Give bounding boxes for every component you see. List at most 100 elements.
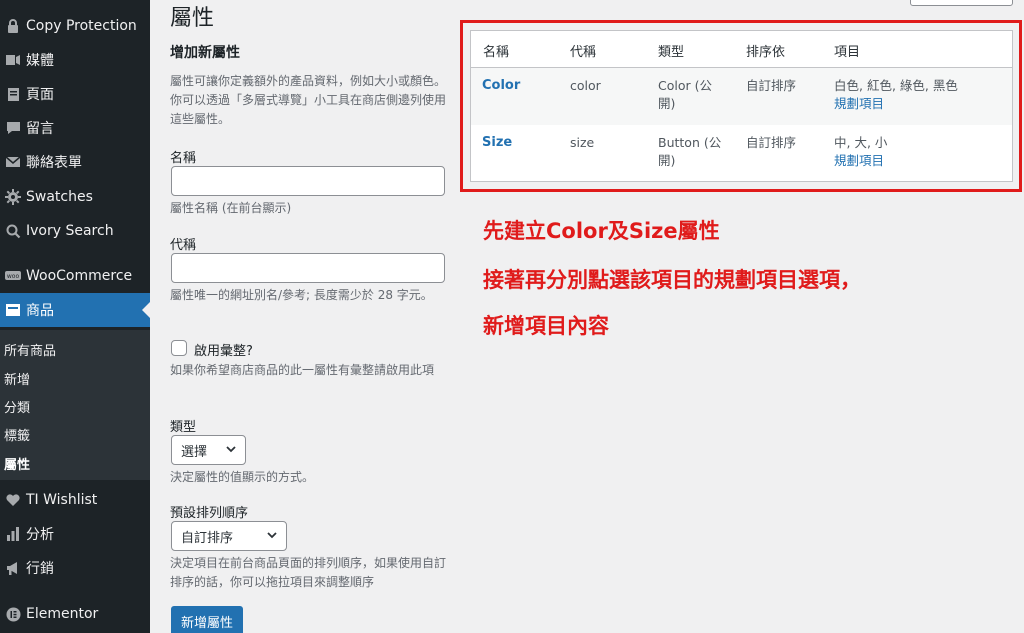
column-header-slug[interactable]: 代稱: [570, 41, 596, 60]
slug-desc: 屬性唯一的網址別名/參考; 長度需少於 28 字元。: [170, 288, 433, 302]
type-select-value: 選擇: [181, 444, 208, 460]
sidebar-item-label: 分析: [26, 527, 54, 543]
slug-input[interactable]: [171, 253, 445, 283]
archive-desc: 如果你希望商店商品的此一屬性有彙整請啟用此項: [170, 363, 435, 377]
attributes-table: 名稱 代稱 類型 排序依 項目 Color color Color (公 開) …: [470, 30, 1013, 182]
column-header-name[interactable]: 名稱: [483, 41, 509, 60]
attribute-name-link[interactable]: Size: [482, 134, 512, 152]
name-input[interactable]: [171, 166, 445, 196]
comment-icon: [0, 121, 26, 135]
attribute-slug: color: [570, 78, 601, 93]
archive-icon: [0, 303, 26, 317]
search-icon: [0, 224, 26, 239]
sidebar-item-marketing[interactable]: 行銷: [0, 551, 150, 585]
sidebar-item-products[interactable]: 商品: [0, 293, 150, 327]
chevron-down-icon: [266, 529, 278, 545]
column-header-type[interactable]: 類型: [658, 41, 684, 60]
sidebar-item-label: 聯絡表單: [26, 155, 82, 171]
submenu-tags[interactable]: 標籤: [4, 425, 30, 444]
gear-icon: [0, 189, 26, 205]
elementor-icon: [0, 607, 26, 622]
table-row: Color color Color (公 開) 自訂排序 白色, 紅色, 綠色,…: [471, 68, 1012, 125]
enable-archives-label: 啟用彙整?: [194, 344, 253, 359]
annotation-line-2: 接著再分別點選該項目的規劃項目選項，: [483, 268, 861, 292]
submenu-all-products[interactable]: 所有商品: [4, 340, 56, 359]
attribute-type-line1: Button (公: [658, 135, 722, 150]
attribute-name-link[interactable]: Color: [482, 77, 520, 95]
attribute-slug: size: [570, 135, 595, 150]
sidebar-item-label: TI Wishlist: [26, 492, 98, 508]
slug-label: 代稱: [170, 238, 197, 253]
order-desc: 決定項目在前台商品頁面的排列順序，如果使用自訂排序的話，你可以拖拉項目來調整順序: [170, 556, 447, 589]
sidebar-item-label: Swatches: [26, 189, 93, 205]
lock-icon: [0, 18, 26, 34]
sidebar-item-swatches[interactable]: Swatches: [0, 180, 150, 214]
type-select[interactable]: 選擇: [171, 435, 246, 465]
sidebar-item-ti-wishlist[interactable]: TI Wishlist: [0, 483, 150, 517]
order-select-value: 自訂排序: [181, 530, 234, 546]
sidebar-item-elementor[interactable]: Elementor: [0, 597, 150, 631]
sidebar-item-label: Copy Protection: [26, 18, 137, 34]
sidebar-item-copy-protection[interactable]: Copy Protection: [0, 9, 150, 43]
sidebar-item-label: Ivory Search: [26, 223, 114, 239]
sidebar-item-label: 媒體: [26, 53, 54, 69]
submenu-categories[interactable]: 分類: [4, 397, 30, 416]
chevron-down-icon: [225, 443, 237, 459]
svg-text:woo: woo: [7, 273, 20, 280]
media-icon: [0, 53, 26, 67]
admin-sidebar: Copy Protection 媒體 頁面 留言 聯絡表單 Swatches I…: [0, 0, 150, 633]
sidebar-item-analytics[interactable]: 分析: [0, 517, 150, 551]
attribute-type: Color (公 開): [658, 77, 712, 113]
mail-icon: [0, 156, 26, 168]
table-header: 名稱 代稱 類型 排序依 項目: [471, 31, 1012, 68]
column-header-order[interactable]: 排序依: [746, 41, 785, 60]
sidebar-item-label: 商品: [26, 303, 54, 319]
name-label: 名稱: [170, 151, 197, 166]
submenu-add-new[interactable]: 新增: [4, 369, 30, 388]
table-row: Size size Button (公 開) 自訂排序 中, 大, 小 規劃項目: [471, 125, 1012, 182]
attribute-type-line1: Color (公: [658, 78, 712, 93]
sidebar-item-contact-form[interactable]: 聯絡表單: [0, 145, 150, 179]
attribute-terms: 白色, 紅色, 綠色, 黑色 規劃項目: [834, 77, 958, 113]
attribute-type-line2: 開): [658, 96, 676, 111]
attribute-type-line2: 開): [658, 153, 676, 168]
woo-icon: woo: [0, 270, 26, 282]
type-label: 類型: [170, 420, 197, 435]
sidebar-item-woocommerce[interactable]: woo WooCommerce: [0, 259, 150, 293]
attribute-type: Button (公 開): [658, 134, 721, 170]
sidebar-item-media[interactable]: 媒體: [0, 43, 150, 77]
submenu-attributes[interactable]: 屬性: [4, 454, 30, 473]
megaphone-icon: [0, 561, 26, 576]
configure-terms-link[interactable]: 規劃項目: [834, 152, 887, 170]
annotation-line-1: 先建立Color及Size屬性: [483, 219, 720, 243]
annotation-line-3: 新增項目內容: [483, 314, 609, 338]
heart-icon: [0, 493, 26, 507]
attribute-terms-list: 中, 大, 小: [834, 135, 888, 150]
chart-icon: [0, 527, 26, 541]
attribute-order: 自訂排序: [746, 78, 797, 93]
order-label: 預設排列順序: [170, 506, 249, 521]
attribute-terms-list: 白色, 紅色, 綠色, 黑色: [834, 78, 958, 93]
configure-terms-link[interactable]: 規劃項目: [834, 95, 958, 113]
sidebar-item-label: 頁面: [26, 87, 54, 103]
name-desc: 屬性名稱 (在前台顯示): [170, 201, 292, 215]
page-icon: [0, 87, 26, 102]
sidebar-item-pages[interactable]: 頁面: [0, 77, 150, 111]
add-attribute-button[interactable]: 新增屬性: [171, 606, 243, 633]
attribute-terms: 中, 大, 小 規劃項目: [834, 134, 887, 170]
form-intro: 屬性可讓你定義額外的產品資料，例如大小或顏色。你可以透過「多層式導覽」小工具在商…: [170, 74, 447, 126]
sidebar-item-label: WooCommerce: [26, 268, 133, 284]
form-heading: 增加新屬性: [170, 45, 240, 61]
search-box-partial[interactable]: [910, 0, 1013, 6]
products-submenu: 所有商品 新增 分類 標籤 屬性: [0, 330, 150, 480]
type-desc: 決定屬性的值顯示的方式。: [170, 470, 315, 484]
sidebar-item-ivory-search[interactable]: Ivory Search: [0, 214, 150, 248]
enable-archives-checkbox[interactable]: [171, 340, 187, 356]
column-header-terms[interactable]: 項目: [834, 41, 860, 60]
attribute-order: 自訂排序: [746, 135, 797, 150]
sidebar-item-label: 行銷: [26, 561, 54, 577]
sidebar-item-label: 留言: [26, 121, 54, 137]
sidebar-item-comments[interactable]: 留言: [0, 111, 150, 145]
sidebar-item-label: Elementor: [26, 606, 99, 622]
order-select[interactable]: 自訂排序: [171, 521, 287, 551]
